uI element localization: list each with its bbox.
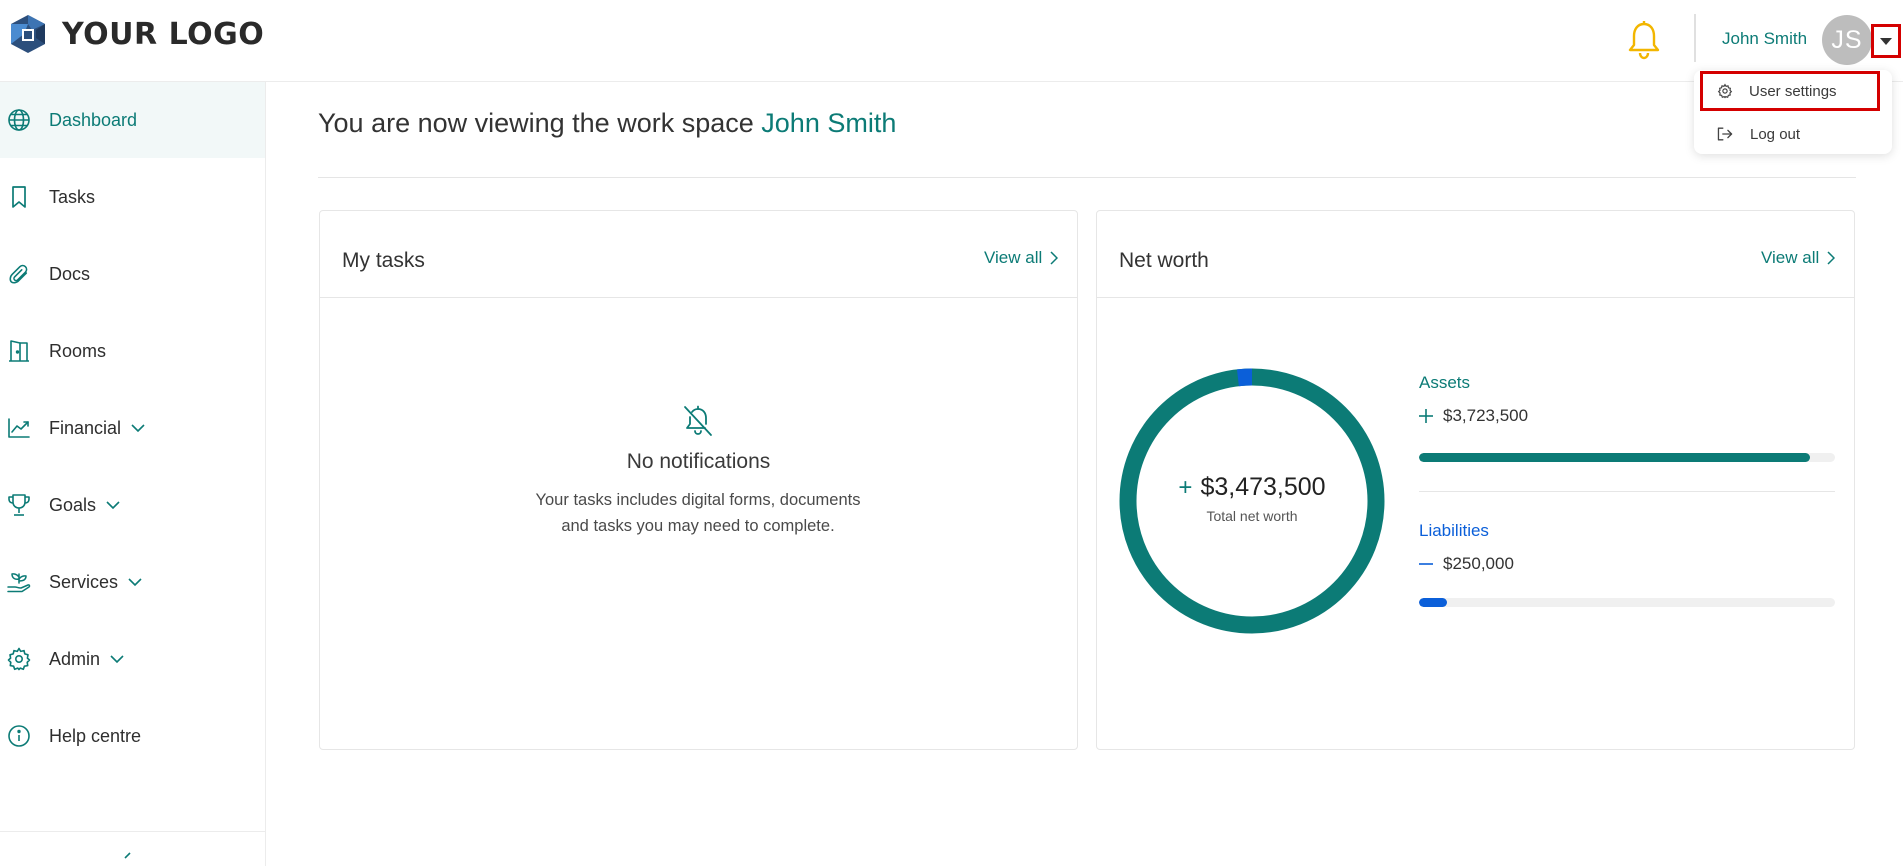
trophy-icon [6, 492, 32, 518]
sidebar-item-label: Services [49, 571, 119, 592]
sidebar-item-label: Dashboard [49, 109, 138, 130]
chevron-down-icon [110, 655, 124, 664]
bookmark-icon [6, 184, 32, 210]
card-title: Net worth [1119, 249, 1209, 272]
donut-center: + $3,473,500 Total net worth [1119, 473, 1385, 524]
caret-down-icon [1880, 37, 1892, 45]
sidebar-item-admin[interactable]: Admin [0, 621, 265, 697]
assets-value-row: $3,723,500 [1419, 406, 1528, 426]
card-header: Net worth View all [1097, 211, 1854, 298]
metrics-divider [1419, 491, 1835, 492]
chevron-right-icon [1050, 251, 1059, 265]
sidebar-footer-divider [0, 831, 265, 832]
sidebar-item-docs[interactable]: Docs [0, 236, 265, 312]
sidebar-item-goals[interactable]: Goals [0, 467, 265, 543]
logo-mark-icon [11, 15, 45, 53]
user-menu-toggle-button[interactable] [1871, 24, 1901, 58]
sidebar-item-label: Financial [49, 417, 122, 438]
sidebar-item-label: Docs [49, 263, 91, 284]
liabilities-label[interactable]: Liabilities [1419, 521, 1489, 541]
user-menu-dropdown: User settings Log out [1694, 70, 1892, 154]
page-title-prefix: You are now viewing the work space [318, 108, 754, 138]
gear-icon [6, 646, 32, 672]
view-all-tasks-link[interactable]: View all [984, 248, 1059, 268]
top-header: YOUR LOGO John Smith JS [0, 0, 1903, 82]
total-net-worth: + $3,473,500 [1178, 473, 1325, 502]
gear-icon [1717, 83, 1733, 99]
my-tasks-card: My tasks View all No notifications Your … [319, 210, 1078, 750]
total-net-worth-label: Total net worth [1206, 508, 1298, 524]
collapse-sidebar-chevron-icon[interactable] [119, 852, 135, 864]
sidebar-item-dashboard[interactable]: Dashboard [0, 82, 265, 158]
chevron-down-icon [128, 578, 142, 587]
chart-line-icon [6, 415, 32, 441]
view-all-net-worth-link[interactable]: View all [1761, 248, 1836, 268]
donut-liabilities-arc [1236, 368, 1253, 387]
hand-plant-icon [6, 569, 32, 595]
minus-icon [1419, 563, 1433, 565]
assets-label[interactable]: Assets [1419, 373, 1470, 393]
sidebar-item-services[interactable]: Services [0, 544, 265, 620]
empty-state-description: Your tasks includes digital forms, docum… [535, 491, 861, 535]
paperclip-icon [6, 261, 32, 287]
info-icon [6, 723, 32, 749]
avatar[interactable]: JS [1822, 15, 1872, 65]
chevron-down-icon [131, 424, 145, 433]
logo[interactable]: YOUR LOGO [8, 14, 264, 54]
assets-value: $3,723,500 [1443, 406, 1529, 425]
sidebar-item-label: Rooms [49, 340, 107, 361]
sidebar-item-label: Goals [49, 494, 97, 515]
view-all-label: View all [1761, 248, 1820, 267]
sidebar-item-help-centre[interactable]: Help centre [0, 698, 265, 774]
sidebar-item-financial[interactable]: Financial [0, 390, 265, 466]
header-user-name[interactable]: John Smith [1722, 29, 1807, 49]
workspace-name[interactable]: John Smith [761, 108, 896, 138]
notifications-bell-icon[interactable] [1626, 20, 1662, 60]
assets-progress-bar [1419, 453, 1835, 462]
log-out-menu-item[interactable]: Log out [1700, 115, 1878, 153]
sidebar-item-label: Admin [49, 648, 101, 669]
total-net-worth-value: $3,473,500 [1200, 473, 1326, 501]
logout-icon [1717, 127, 1733, 141]
page-title: You are now viewing the work space John … [318, 108, 896, 139]
header-divider [1694, 14, 1696, 62]
sidebar-item-label: Help centre [49, 725, 142, 746]
liabilities-value-row: $250,000 [1419, 554, 1514, 574]
empty-state-title: No notifications [626, 450, 771, 473]
sidebar: Dashboard Tasks Docs Rooms Financial Goa… [0, 82, 266, 866]
door-icon [6, 338, 32, 364]
title-divider [318, 177, 1856, 178]
plus-icon: + [1178, 473, 1193, 501]
net-worth-card: Net worth View all + $3,473,500 Total ne… [1096, 210, 1855, 750]
user-settings-menu-item[interactable]: User settings [1700, 71, 1880, 111]
view-all-label: View all [984, 248, 1043, 267]
sidebar-item-rooms[interactable]: Rooms [0, 313, 265, 389]
chevron-right-icon [1827, 251, 1836, 265]
chevron-down-icon [106, 501, 120, 510]
plus-icon [1419, 409, 1433, 423]
card-title: My tasks [342, 249, 425, 272]
bell-off-icon [684, 405, 712, 436]
liabilities-progress-fill [1419, 598, 1447, 607]
sidebar-item-label: Tasks [49, 186, 96, 207]
liabilities-progress-bar [1419, 598, 1835, 607]
globe-icon [6, 107, 32, 133]
log-out-label: Log out [1750, 125, 1801, 143]
card-header: My tasks View all [320, 211, 1077, 298]
liabilities-value: $250,000 [1443, 554, 1514, 573]
user-settings-label: User settings [1749, 82, 1837, 100]
sidebar-item-tasks[interactable]: Tasks [0, 159, 265, 235]
avatar-initials: JS [1831, 25, 1863, 54]
logo-text: YOUR LOGO [62, 16, 265, 52]
assets-progress-fill [1419, 453, 1811, 462]
